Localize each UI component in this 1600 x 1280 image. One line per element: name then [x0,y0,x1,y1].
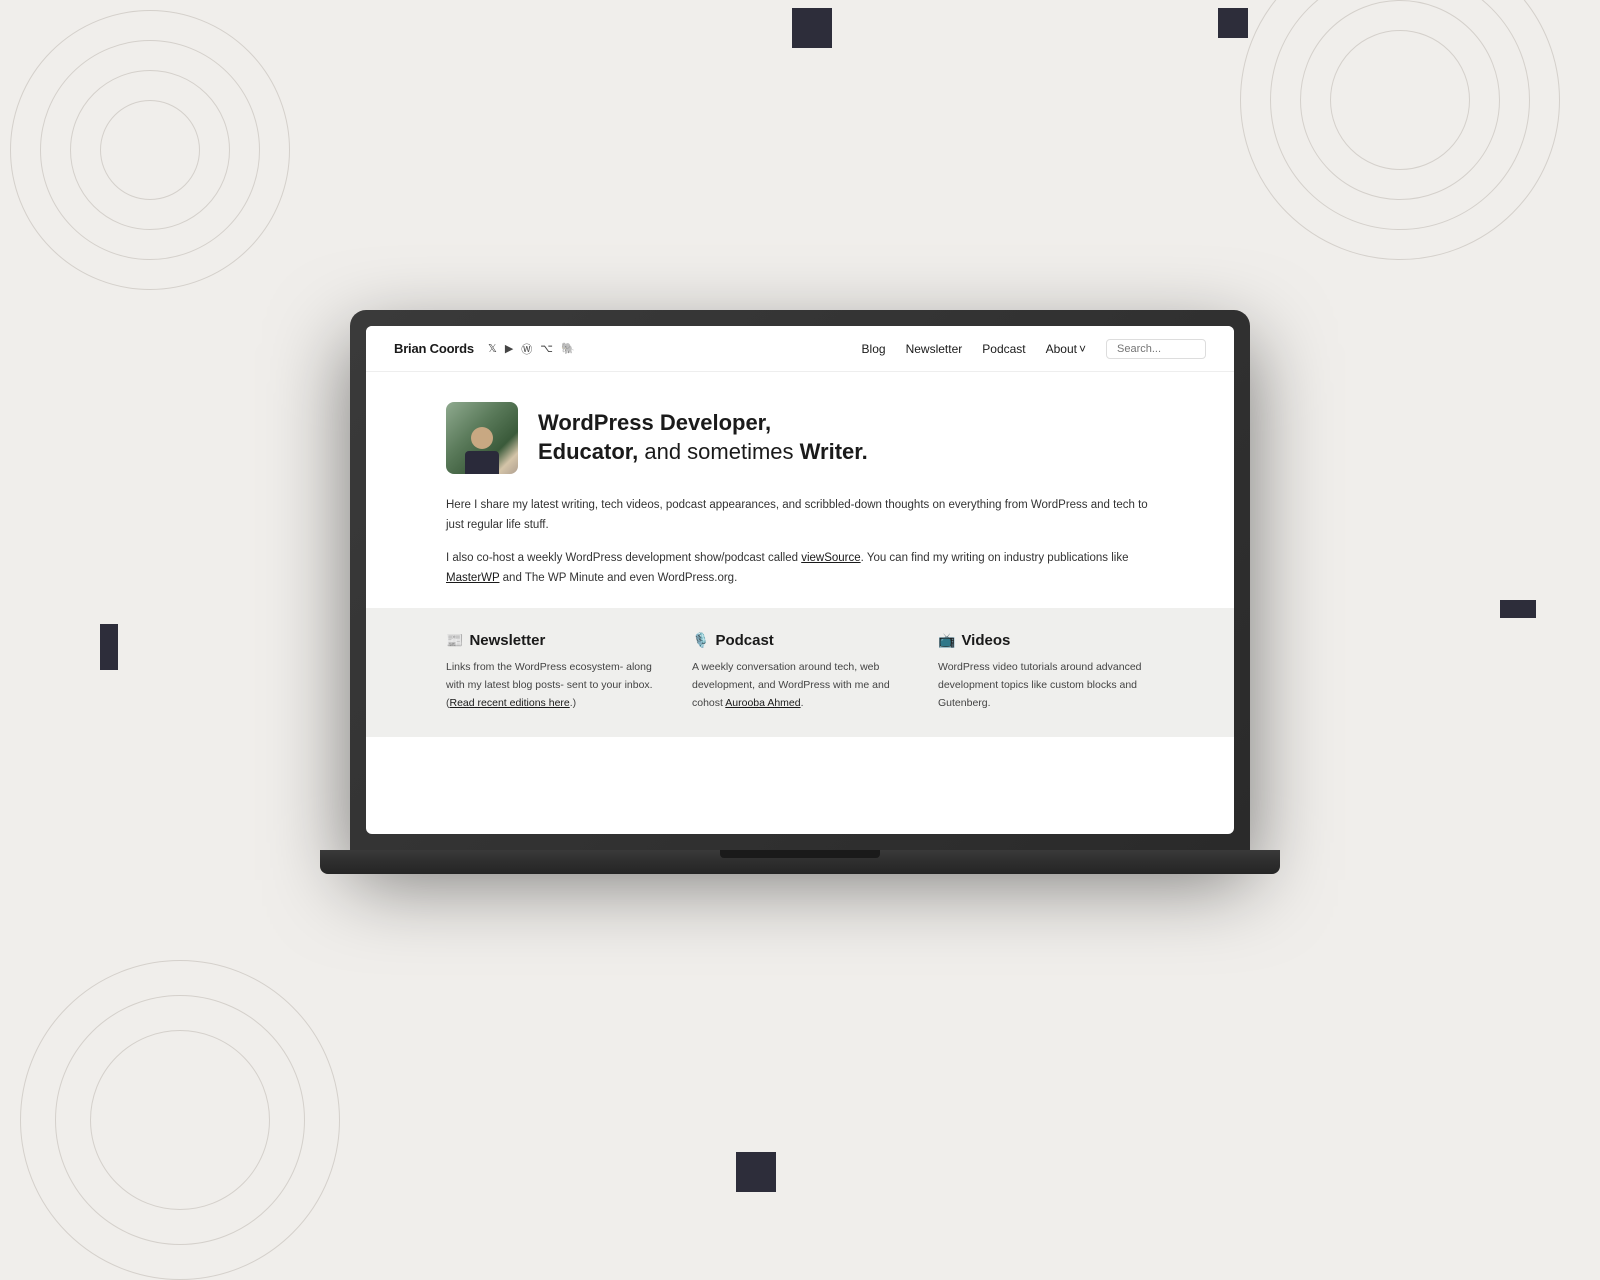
newsletter-card-title: 📰 Newsletter [446,632,662,649]
about-chevron-icon: ˅ [1079,342,1086,356]
blog-link[interactable]: Blog [862,342,886,356]
aurooba-link[interactable]: Aurooba Ahmed [725,697,800,709]
newsletter-desc-end: .) [570,697,576,709]
masterwp-link[interactable]: MasterWP [446,572,499,584]
description-text: Here I share my latest writing, tech vid… [446,496,1154,535]
podcast-card-title: 🎙️ Podcast [692,632,908,649]
about-label: About [1046,342,1077,356]
headline-part2: Educator, [538,439,638,464]
newsletter-desc: Links from the WordPress ecosystem- alon… [446,659,662,713]
headline-part4: Writer. [800,439,868,464]
search-input[interactable] [1106,339,1206,359]
videos-card-title: 📺 Videos [938,632,1154,649]
github-icon[interactable]: ⌥ [540,342,553,355]
laptop-frame: Brian Coords 𝕏 ▶ Ⓦ ⌥ 🐘 Blog Newsletter P… [350,310,1250,890]
headline-part3: and sometimes [638,439,799,464]
nav-right: Blog Newsletter Podcast About ˅ [862,339,1206,359]
avatar-figure [462,419,502,474]
bio-mid: . You can find my writing on industry pu… [861,552,1129,564]
bio-end: and The WP Minute and even WordPress.org… [499,572,737,584]
navbar: Brian Coords 𝕏 ▶ Ⓦ ⌥ 🐘 Blog Newsletter P… [366,326,1234,372]
site-title: Brian Coords [394,341,474,356]
podcast-desc-end: . [801,697,804,709]
laptop-base [320,850,1280,874]
bio-text: I also co-host a weekly WordPress develo… [446,549,1154,588]
avatar-body [465,451,499,474]
about-link[interactable]: About ˅ [1046,342,1086,356]
youtube-icon[interactable]: ▶ [505,342,513,355]
screen: Brian Coords 𝕏 ▶ Ⓦ ⌥ 🐘 Blog Newsletter P… [366,326,1234,834]
videos-emoji: 📺 [938,632,955,649]
bottom-section: 📰 Newsletter Links from the WordPress ec… [366,608,1234,737]
laptop-body: Brian Coords 𝕏 ▶ Ⓦ ⌥ 🐘 Blog Newsletter P… [350,310,1250,850]
mastodon-icon[interactable]: 🐘 [561,342,575,355]
wordpress-icon[interactable]: Ⓦ [521,341,532,357]
viewsource-link[interactable]: viewSource [801,552,860,564]
cards-grid: 📰 Newsletter Links from the WordPress ec… [446,632,1154,713]
headline: WordPress Developer, Educator, and somet… [538,409,868,466]
nav-left: Brian Coords 𝕏 ▶ Ⓦ ⌥ 🐘 [394,341,575,357]
headline-part1: WordPress Developer, [538,410,771,435]
main-content: WordPress Developer, Educator, and somet… [366,372,1234,608]
newsletter-emoji: 📰 [446,632,463,649]
podcast-card: 🎙️ Podcast A weekly conversation around … [692,632,908,713]
videos-title-text: Videos [961,632,1010,649]
avatar [446,402,518,474]
nav-icons: 𝕏 ▶ Ⓦ ⌥ 🐘 [488,341,575,357]
podcast-desc: A weekly conversation around tech, web d… [692,659,908,713]
newsletter-title-text: Newsletter [469,632,545,649]
newsletter-card: 📰 Newsletter Links from the WordPress ec… [446,632,662,713]
podcast-emoji: 🎙️ [692,632,709,649]
videos-card: 📺 Videos WordPress video tutorials aroun… [938,632,1154,713]
avatar-head [471,427,493,449]
twitter-icon[interactable]: 𝕏 [488,342,497,355]
newsletter-link-read[interactable]: Read recent editions here [450,697,570,709]
newsletter-link[interactable]: Newsletter [906,342,963,356]
avatar-image [446,402,518,474]
hero-section: WordPress Developer, Educator, and somet… [446,402,1154,474]
bio-intro: I also co-host a weekly WordPress develo… [446,552,801,564]
podcast-title-text: Podcast [715,632,773,649]
hero-text: WordPress Developer, Educator, and somet… [538,409,868,466]
laptop-hinge [720,850,880,858]
videos-desc: WordPress video tutorials around advance… [938,659,1154,713]
podcast-link[interactable]: Podcast [982,342,1025,356]
